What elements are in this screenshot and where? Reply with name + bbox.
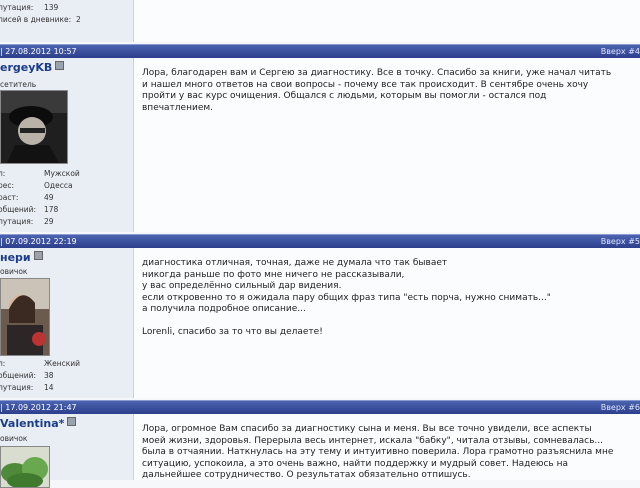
stat-diary: писей в дневнике: 2	[0, 15, 81, 24]
stat-city: рес: Одесса	[0, 181, 73, 190]
post2-sidebar: нери овичок л: Женский общений: 38 путация…	[0, 248, 134, 398]
post0-sidebar: путация: 139 писей в дневнике: 2	[0, 0, 134, 42]
username-link[interactable]: Valentina*	[0, 417, 77, 430]
top-link[interactable]: Вверх #4	[601, 45, 640, 58]
stat-posts: общений: 178	[0, 205, 59, 214]
avatar-photo	[1, 447, 49, 487]
post1-header: | 27.08.2012 10:57 Вверх #4	[0, 44, 640, 58]
post-date: | 17.09.2012 21:47	[0, 403, 77, 412]
post-message: Лора, огромное Вам спасибо за диагностик…	[142, 424, 614, 480]
avatar	[0, 446, 50, 488]
top-link[interactable]: Вверх #5	[601, 235, 640, 248]
avatar-photo	[1, 279, 49, 355]
avatar-photo	[1, 91, 67, 163]
stat-gender: л: Мужской	[0, 169, 80, 178]
post-message: диагностика отличная, точная, даже не ду…	[142, 258, 551, 337]
post0-content	[134, 0, 640, 42]
post-date: | 27.08.2012 10:57	[0, 47, 77, 56]
stat-gender: л: Женский	[0, 359, 80, 368]
avatar	[0, 278, 50, 356]
stat-reputation: путация: 29	[0, 217, 54, 226]
post3-header: | 17.09.2012 21:47 Вверх #6	[0, 400, 640, 414]
user-title: сетитель	[0, 80, 37, 89]
post-message: Лора, благодарен вам и Сергею за диагнос…	[142, 68, 612, 113]
stat-posts: общений: 38	[0, 371, 54, 380]
avatar	[0, 90, 68, 164]
username-link[interactable]: нери	[0, 251, 43, 264]
stat-reputation: путация: 14	[0, 383, 54, 392]
stat-age: раст: 49	[0, 193, 54, 202]
offline-status-icon	[33, 251, 43, 260]
offline-status-icon	[55, 61, 65, 70]
post2-header: | 07.09.2012 22:19 Вверх #5	[0, 234, 640, 248]
post1-sidebar: ergeyKB сетитель л: Мужской рес: Одесса ра…	[0, 58, 134, 232]
top-link[interactable]: Вверх #6	[601, 401, 640, 414]
stat-reputation: путация: 139	[0, 3, 59, 12]
post3-sidebar: Valentina* овичок	[0, 414, 134, 488]
user-title: овичок	[0, 434, 28, 443]
user-title: овичок	[0, 267, 28, 276]
post-date: | 07.09.2012 22:19	[0, 237, 77, 246]
offline-status-icon	[67, 417, 77, 426]
username-link[interactable]: ergeyKB	[0, 61, 65, 74]
